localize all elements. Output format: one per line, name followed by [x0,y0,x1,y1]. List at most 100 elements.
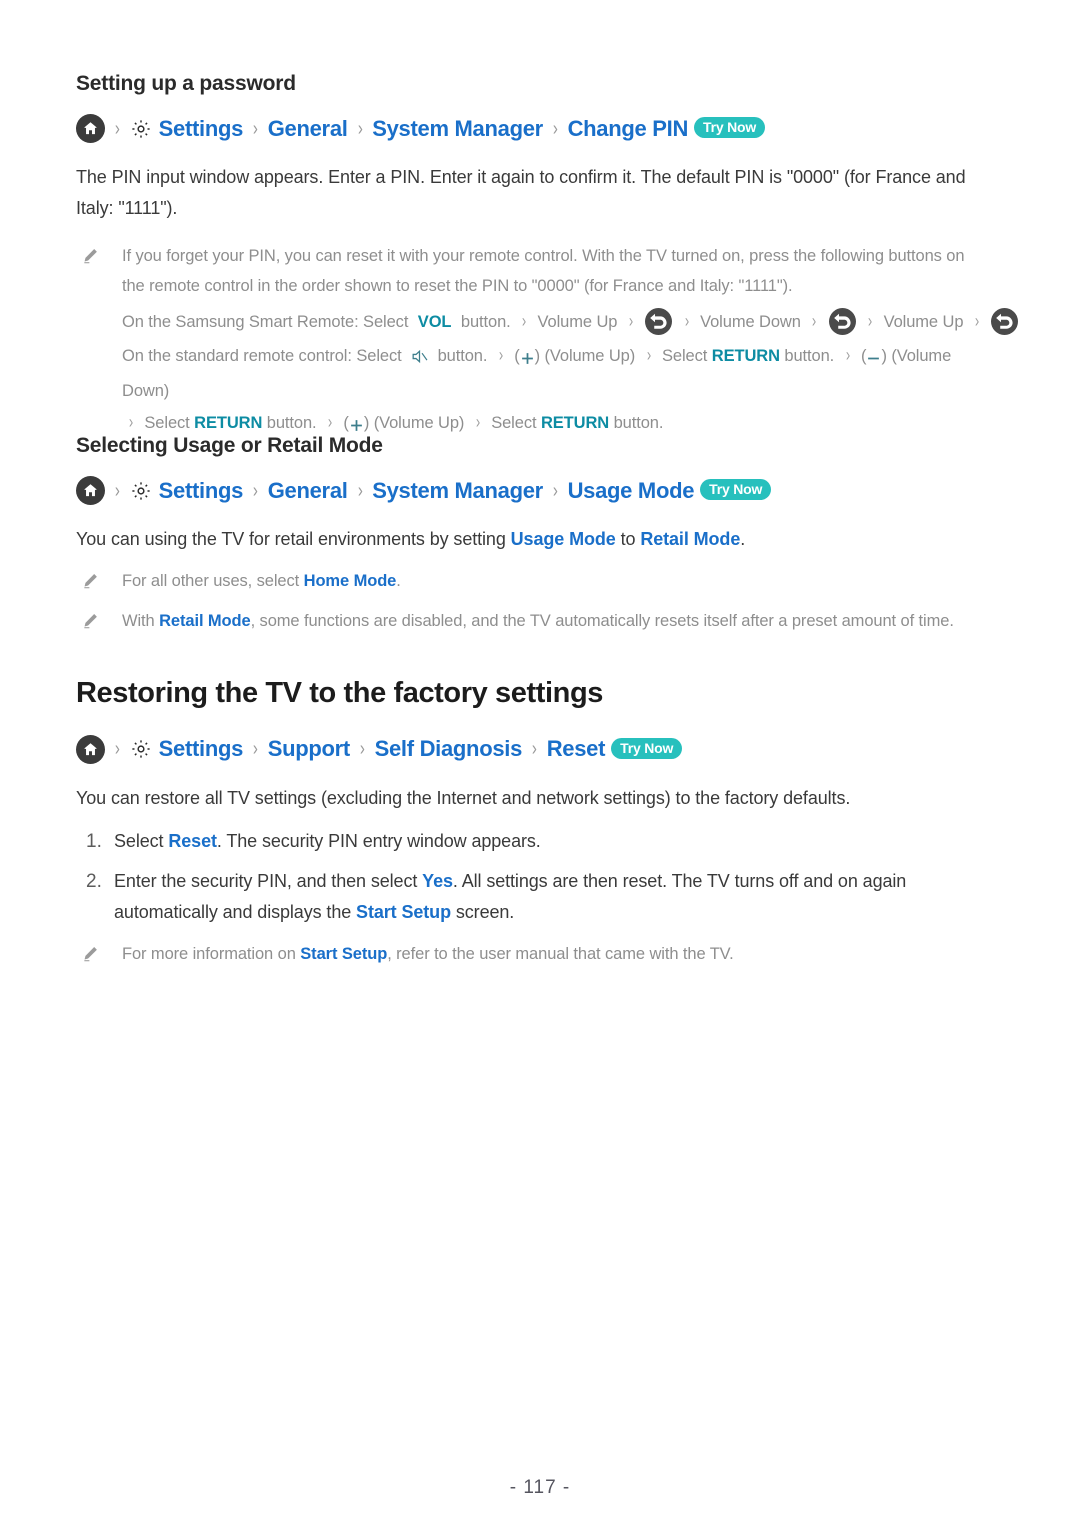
step-separator: › [868,310,873,331]
pencil-icon [76,242,104,264]
para-post: . [740,529,746,550]
section-usage-retail-mode: Selecting Usage or Retail Mode › Setting… [76,432,1006,636]
section-restore-factory-settings: Restoring the TV to the factory settings… [76,675,1006,970]
restore-steps-list: 1. Select Reset. The security PIN entry … [76,826,1006,929]
select-return-pre-1: Select [662,347,712,366]
section-setting-up-password: Setting up a password › Settings › Gener… [76,70,1019,443]
step-number: 1. [86,830,102,852]
note-reset-pin: If you forget your PIN, you can reset it… [76,242,1019,443]
plus-wrap: () [514,347,540,365]
breadcrumb-separator: › [252,738,258,761]
pencil-icon [76,940,104,962]
note-start-setup: For more information on Start Setup, ref… [76,940,1006,969]
breadcrumb-item-settings[interactable]: Settings [159,116,244,141]
pencil-icon [76,607,104,629]
page-number: - 117 - [509,1477,571,1498]
breadcrumb-item-general[interactable]: General [268,478,348,503]
note-post: , some functions are disabled, and the T… [250,611,954,630]
select-return-post-3: button. [609,414,664,432]
note-line-reset-instructions: If you forget your PIN, you can reset it… [122,247,965,295]
step-separator: › [646,345,651,366]
breadcrumb-item-settings[interactable]: Settings [159,736,244,761]
section-heading-usage-mode: Selecting Usage or Retail Mode [76,434,383,457]
return-icon [645,307,673,335]
step-volume-up-1: Volume Up [537,312,618,331]
step-separator: › [845,345,850,366]
step-separator: › [628,310,633,331]
breadcrumb-separator: › [114,479,120,502]
para-pre: You can using the TV for retail environm… [76,529,511,550]
note-pre: For all other uses, select [122,572,304,591]
breadcrumb-item-general[interactable]: General [268,116,348,141]
home-icon[interactable] [76,476,105,506]
select-return-post-1: button. [779,347,835,366]
smart-remote-prefix: On the Samsung Smart Remote: Select [122,312,409,331]
breadcrumb-item-reset[interactable]: Reset [547,736,606,761]
link-yes[interactable]: Yes [422,871,453,891]
home-icon[interactable] [76,734,105,764]
standard-remote-sequence: On the standard remote control: Select b… [122,339,989,443]
minus-wrap: () [861,347,887,365]
breadcrumb-reset[interactable]: › Settings › Support › Self Diagnosis › … [76,734,1006,764]
home-icon[interactable] [76,114,105,144]
breadcrumb-usage-mode[interactable]: › Settings › General › System Manager › … [76,476,1006,506]
gear-icon [130,479,153,502]
breadcrumb-item-self-diagnosis[interactable]: Self Diagnosis [375,736,523,761]
breadcrumb-separator: › [357,117,363,140]
label-volume-up-1: (Volume Up) [544,347,636,366]
select-return-pre-2: Select [144,414,195,432]
breadcrumb-item-system-manager[interactable]: System Manager [372,478,543,503]
link-retail-mode[interactable]: Retail Mode [640,529,740,549]
step-volume-down: Volume Down [700,312,801,331]
step-separator: › [812,310,817,331]
link-reset[interactable]: Reset [168,831,217,851]
para-mid: to [615,529,641,550]
step-text: Enter the security PIN, and then select … [114,866,934,928]
try-now-badge[interactable]: Try Now [611,737,683,759]
step-separator: › [684,310,689,331]
key-return-1: RETURN [711,347,780,366]
note-retail-mode: With Retail Mode, some functions are dis… [76,607,1006,636]
minus-icon [866,347,881,376]
gear-icon [130,117,153,140]
step-pre: Enter the security PIN, and then select [114,871,423,892]
step-separator: › [521,310,527,331]
breadcrumb-item-usage-mode[interactable]: Usage Mode [568,478,695,503]
step-pre: Select [114,830,169,851]
try-now-badge[interactable]: Try Now [700,479,772,501]
link-usage-mode[interactable]: Usage Mode [511,529,616,549]
link-retail-mode[interactable]: Retail Mode [159,612,251,630]
link-start-setup[interactable]: Start Setup [356,902,451,922]
breadcrumb-item-system-manager[interactable]: System Manager [372,116,543,141]
link-home-mode[interactable]: Home Mode [304,572,397,590]
document-page: Setting up a password › Settings › Gener… [0,0,1080,1527]
breadcrumb-item-change-pin[interactable]: Change PIN [568,116,689,141]
note-body: With Retail Mode, some functions are dis… [104,607,954,636]
pencil-icon [76,567,104,589]
step-volume-up-2: Volume Up [883,312,964,331]
section-heading-restore: Restoring the TV to the factory settings [76,677,603,709]
select-return-post-2: button. [262,414,317,432]
step-separator: › [974,310,979,331]
smart-remote-sequence: On the Samsung Smart Remote: Select VOL … [122,305,1019,337]
breadcrumb-separator: › [531,738,537,761]
try-now-badge[interactable]: Try Now [694,117,766,139]
breadcrumb-item-support[interactable]: Support [268,736,351,761]
standard-remote-suffix: button. [437,347,488,366]
breadcrumb-separator: › [252,479,258,502]
breadcrumb-change-pin[interactable]: › Settings › General › System Manager › … [76,114,1006,144]
breadcrumb-separator: › [357,479,363,502]
link-start-setup[interactable]: Start Setup [300,945,387,963]
key-return-2: RETURN [194,414,263,432]
breadcrumb-separator: › [359,738,365,761]
plus-wrap-2: () [343,414,369,432]
note-post: . [396,572,401,591]
breadcrumb-item-settings[interactable]: Settings [159,478,244,503]
standard-remote-prefix: On the standard remote control: Select [122,347,402,366]
step-post: screen. [450,902,515,923]
breadcrumb-separator: › [252,117,258,140]
step-text: Select Reset. The security PIN entry win… [114,826,541,857]
breadcrumb-separator: › [552,117,558,140]
return-icon [828,307,856,335]
breadcrumb-separator: › [114,738,120,761]
